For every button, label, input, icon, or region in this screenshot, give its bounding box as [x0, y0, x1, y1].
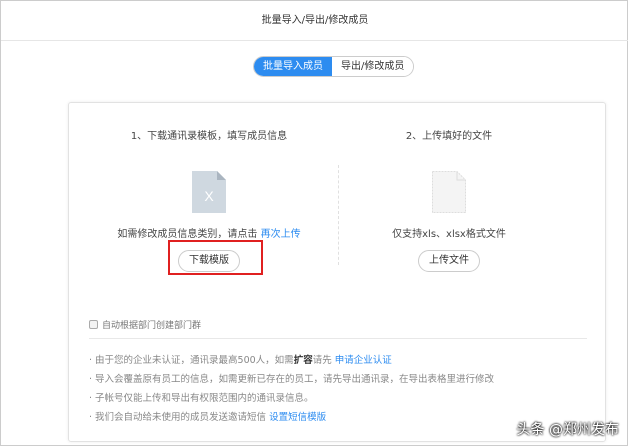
- note-text: 如需修改成员信息类别，请点击: [117, 229, 258, 240]
- tip-text: 导入会覆盖原有员工的信息，如需更新已存在的员工，请先导出通讯录，在导出表格里进行…: [95, 374, 495, 385]
- separator: [89, 338, 587, 339]
- blank-file-icon: [432, 171, 466, 213]
- tab-group: 批量导入成员 导出/修改成员: [253, 56, 415, 77]
- tip-item: · 我们会自动给未使用的成员发送邀请短信 设置短信模版: [89, 412, 327, 423]
- tips-list: · 由于您的企业未认证，通讯录最高500人，如需扩容请先 申请企业认证 · 导入…: [89, 351, 494, 427]
- excel-file-icon: X: [192, 171, 226, 213]
- step-1-title: 1、下载通讯录模板，填写成员信息: [130, 131, 288, 142]
- tip-item: · 导入会覆盖原有员工的信息，如需更新已存在的员工，请先导出通讯录，在导出表格里…: [89, 374, 495, 385]
- sms-template-link[interactable]: 设置短信模版: [269, 412, 326, 423]
- tab-import[interactable]: 批量导入成员: [254, 57, 332, 76]
- reupload-link[interactable]: 再次上传: [261, 229, 301, 240]
- tab-export[interactable]: 导出/修改成员: [332, 57, 414, 76]
- download-note: 如需修改成员信息类别，请点击 再次上传: [94, 225, 324, 240]
- step-2-title: 2、上传填好的文件: [405, 131, 493, 142]
- page-title: 批量导入/导出/修改成员: [1, 1, 628, 41]
- upload-file-button[interactable]: 上传文件: [418, 250, 480, 272]
- checkbox-label: 自动根据部门创建部门群: [102, 321, 202, 331]
- tip-text: 子帐号仅能上传和导出有权限范围内的通讯录信息。: [95, 393, 314, 404]
- tip-bold: 扩容: [293, 355, 313, 366]
- tip-text: 由于您的企业未认证，通讯录最高500人，如需: [95, 355, 294, 366]
- watermark: 头条 @郑州发布: [516, 422, 619, 438]
- title-text: 批量导入/导出/修改成员: [261, 15, 369, 26]
- format-note: 仅支持xls、xlsx格式文件: [392, 229, 506, 240]
- tip-text: 请先: [312, 355, 332, 366]
- checkbox-box[interactable]: [89, 320, 98, 329]
- tip-text: 我们会自动给未使用的成员发送邀请短信: [95, 412, 267, 423]
- upload-column: 2、上传填好的文件 仅支持xls、xlsx格式文件 上传文件: [334, 127, 564, 272]
- tip-item: · 子帐号仅能上传和导出有权限范围内的通讯录信息。: [89, 393, 314, 404]
- icon-letter: X: [204, 188, 214, 204]
- tip-item: · 由于您的企业未认证，通讯录最高500人，如需扩容请先 申请企业认证: [89, 355, 392, 366]
- highlight-box: [168, 240, 263, 275]
- apply-certification-link[interactable]: 申请企业认证: [335, 355, 392, 366]
- import-card: 1、下载通讯录模板，填写成员信息 X 如需修改成员信息类别，请点击 再次上传 下…: [68, 102, 606, 442]
- auto-group-checkbox[interactable]: 自动根据部门创建部门群: [89, 318, 201, 331]
